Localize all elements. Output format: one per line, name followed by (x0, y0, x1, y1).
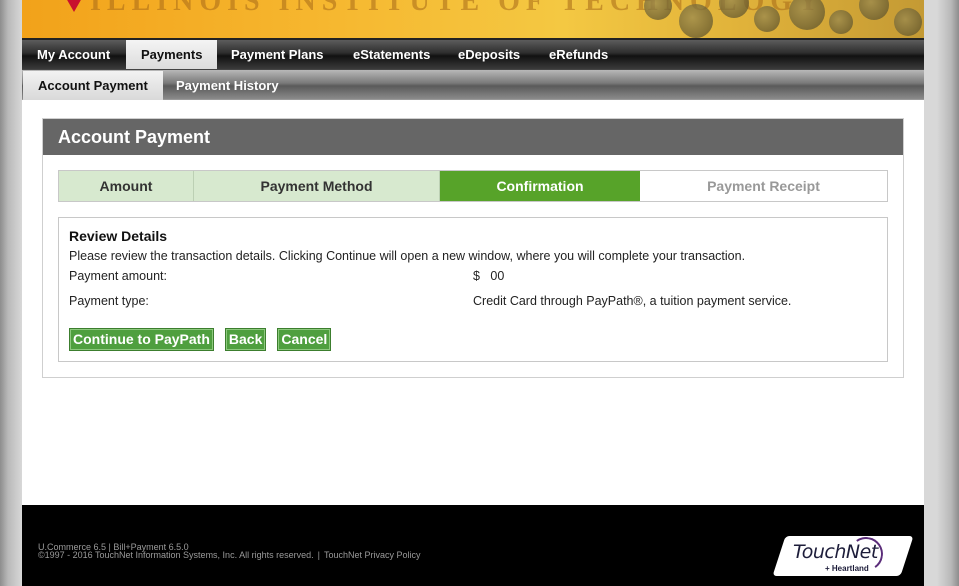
payment-amount-row: Payment amount: $ 00 (69, 269, 877, 294)
subnav-payment-history[interactable]: Payment History (161, 71, 294, 100)
footer: U.Commerce 6.5 | Bill+Payment 6.5.0 ©199… (22, 505, 924, 586)
nav-payment-plans[interactable]: Payment Plans (216, 40, 339, 69)
payment-amount-label: Payment amount: (69, 269, 167, 283)
step-payment-receipt: Payment Receipt (640, 171, 887, 201)
step-amount: Amount (59, 171, 194, 201)
touchnet-logo: TouchNet + Heartland (772, 534, 914, 576)
back-button[interactable]: Back (224, 328, 267, 351)
nav-my-account[interactable]: My Account (22, 40, 125, 69)
nav-edeposits[interactable]: eDeposits (443, 40, 535, 69)
step-confirmation: Confirmation (440, 171, 640, 201)
panel-title: Account Payment (43, 119, 903, 155)
iit-logo-icon (66, 0, 82, 12)
heartland-logo-text: + Heartland (825, 564, 869, 573)
subnav-account-payment[interactable]: Account Payment (23, 71, 163, 100)
review-instructions: Please review the transaction details. C… (69, 249, 746, 263)
copyright-line: ©1997 - 2016 TouchNet Information System… (38, 550, 421, 560)
payment-type-row: Payment type: Credit Card through PayPat… (69, 294, 877, 319)
cancel-button[interactable]: Cancel (277, 328, 332, 351)
nav-payments[interactable]: Payments (126, 40, 218, 69)
step-payment-method: Payment Method (194, 171, 440, 201)
touchnet-logo-text: TouchNet (793, 541, 878, 563)
action-buttons: Continue to PayPath Back Cancel (69, 328, 332, 351)
nav-erefunds[interactable]: eRefunds (534, 40, 623, 69)
continue-to-paypath-button[interactable]: Continue to PayPath (69, 328, 214, 351)
progress-steps: Amount Payment Method Confirmation Payme… (58, 170, 888, 202)
nav-estatements[interactable]: eStatements (338, 40, 445, 69)
page: ILLINOIS INSTITUTE OF TECHNOLOGY My Acco… (22, 0, 924, 586)
payment-amount-value: $ 00 (473, 269, 505, 283)
privacy-policy-link[interactable]: TouchNet Privacy Policy (324, 550, 421, 560)
primary-nav: My Account Payments Payment Plans eState… (22, 38, 924, 69)
university-banner: ILLINOIS INSTITUTE OF TECHNOLOGY (22, 0, 924, 38)
review-details-box: Review Details Please review the transac… (58, 217, 888, 362)
review-heading: Review Details (69, 228, 168, 244)
banner-decoration (504, 0, 924, 38)
copyright-text: ©1997 - 2016 TouchNet Information System… (38, 550, 314, 560)
payment-type-value: Credit Card through PayPath®, a tuition … (473, 294, 792, 308)
payment-type-label: Payment type: (69, 294, 149, 308)
secondary-nav: Account Payment Payment History (22, 69, 924, 100)
account-payment-panel: Account Payment Amount Payment Method Co… (42, 118, 904, 378)
footer-separator: | (317, 550, 320, 560)
